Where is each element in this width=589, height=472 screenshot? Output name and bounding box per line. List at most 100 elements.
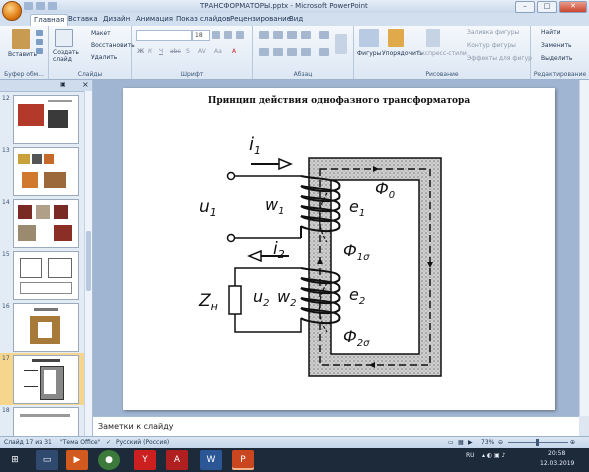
shape-fill-button[interactable]: Заливка фигуры: [467, 29, 519, 36]
slide-thumbnail[interactable]: [13, 303, 79, 352]
align-center-icon[interactable]: [273, 48, 283, 56]
minimize-button[interactable]: –: [515, 1, 535, 13]
bullets-icon[interactable]: [259, 31, 269, 39]
justify-icon[interactable]: [301, 48, 311, 56]
underline-icon[interactable]: Ч: [159, 48, 163, 55]
tab-slideshow[interactable]: Показ слайдов: [176, 15, 230, 23]
layout-button[interactable]: Макет: [91, 30, 111, 37]
slide-thumbnail-current[interactable]: [13, 355, 79, 404]
slide-thumb-row[interactable]: 13: [0, 145, 92, 197]
powerpoint-icon[interactable]: P: [232, 450, 254, 470]
tab-design[interactable]: Дизайн: [103, 15, 130, 23]
copy-icon[interactable]: [36, 39, 43, 45]
slide-thumb-row[interactable]: 12: [0, 93, 92, 145]
slide-thumbnail[interactable]: [13, 147, 79, 196]
slide-thumb-row[interactable]: 18: [0, 405, 92, 436]
notes-placeholder[interactable]: Заметки к слайду: [98, 422, 173, 431]
zoom-level[interactable]: 73%: [481, 439, 494, 446]
columns-icon[interactable]: [319, 48, 329, 56]
slide-thumbnail[interactable]: [13, 251, 79, 300]
clock-time[interactable]: 20:58: [548, 450, 565, 457]
bold-icon[interactable]: Ж: [137, 48, 144, 55]
align-right-icon[interactable]: [287, 48, 297, 56]
shadow-icon[interactable]: S: [186, 48, 190, 55]
pane-close-icon[interactable]: ×: [82, 80, 89, 89]
undo-icon[interactable]: [36, 2, 45, 10]
clock-date[interactable]: 12.03.2019: [540, 460, 574, 467]
pane-options-icon[interactable]: ▣: [60, 81, 66, 88]
normal-view-icon[interactable]: ▭: [448, 439, 454, 446]
decrease-indent-icon[interactable]: [287, 31, 297, 39]
zoom-in-icon[interactable]: ⊕: [570, 439, 575, 446]
maximize-button[interactable]: □: [537, 1, 557, 13]
shapes-button[interactable]: Фигуры: [357, 50, 381, 57]
clear-format-icon[interactable]: [236, 31, 244, 39]
format-painter-icon[interactable]: [36, 48, 43, 54]
shape-effects-button[interactable]: Эффекты для фигур: [467, 55, 532, 62]
tab-home[interactable]: Главная: [30, 14, 69, 26]
paste-icon[interactable]: [12, 29, 30, 49]
select-button[interactable]: Выделить: [541, 55, 572, 62]
media-player-icon[interactable]: ▶: [66, 450, 88, 470]
zoom-out-icon[interactable]: ⊖: [498, 439, 503, 446]
numbering-icon[interactable]: [273, 31, 283, 39]
redo-icon[interactable]: [48, 2, 57, 10]
increase-indent-icon[interactable]: [301, 31, 311, 39]
shapes-icon[interactable]: [359, 29, 379, 47]
office-button[interactable]: [2, 1, 22, 21]
sorter-view-icon[interactable]: ▦: [458, 439, 464, 446]
slide-thumb-row[interactable]: 14: [0, 197, 92, 249]
word-icon[interactable]: W: [200, 450, 222, 470]
slide-thumbnail[interactable]: [13, 95, 79, 144]
slide-thumb-row[interactable]: 15: [0, 249, 92, 301]
font-size-select[interactable]: 18: [192, 30, 210, 41]
current-slide[interactable]: Принцип действия однофазного трансформат…: [123, 88, 555, 410]
shape-outline-button[interactable]: Контур фигуры: [467, 42, 516, 49]
tray-icons[interactable]: ▴ ◐ ▣ ♪: [482, 452, 505, 459]
case-icon[interactable]: Aa: [214, 48, 222, 55]
cut-icon[interactable]: [36, 30, 43, 36]
italic-icon[interactable]: К: [148, 48, 152, 55]
notes-pane[interactable]: Заметки к слайду: [93, 416, 579, 437]
pdf-reader-icon[interactable]: A: [166, 450, 188, 470]
strike-icon[interactable]: abc: [170, 48, 181, 55]
tab-review[interactable]: Рецензирование: [230, 15, 291, 23]
find-button[interactable]: Найти: [541, 29, 560, 36]
spellcheck-icon[interactable]: ✓: [106, 439, 111, 446]
reset-button[interactable]: Восстановить: [91, 42, 135, 49]
editor-scrollbar[interactable]: [579, 80, 589, 416]
paste-button[interactable]: Вставить: [8, 51, 37, 58]
spacing-icon[interactable]: AV: [198, 48, 206, 55]
slide-thumbnail[interactable]: [13, 199, 79, 248]
start-icon[interactable]: ⊞: [4, 450, 26, 470]
align-left-icon[interactable]: [259, 48, 269, 56]
slides-pane-scrollbar[interactable]: [84, 91, 92, 436]
language-indicator[interactable]: Русский (Россия): [116, 439, 169, 446]
replace-button[interactable]: Заменить: [541, 42, 572, 49]
slide-thumb-row[interactable]: 16: [0, 301, 92, 353]
yandex-icon[interactable]: Y: [134, 450, 156, 470]
arrange-icon[interactable]: [388, 29, 404, 47]
slide-thumbnail[interactable]: [13, 407, 79, 436]
delete-slide-button[interactable]: Удалить: [91, 54, 117, 61]
quick-styles-button[interactable]: Экспресс-стили: [417, 50, 467, 57]
slide-title[interactable]: Принцип действия однофазного трансформат…: [123, 96, 555, 107]
tab-view[interactable]: Вид: [289, 15, 303, 23]
tab-insert[interactable]: Вставка: [68, 15, 98, 23]
line-spacing-icon[interactable]: [319, 31, 329, 39]
text-direction-icon[interactable]: [335, 34, 347, 54]
zoom-slider-thumb[interactable]: [536, 439, 539, 446]
chrome-icon[interactable]: ●: [98, 450, 120, 470]
save-icon[interactable]: [24, 2, 33, 10]
quick-styles-icon[interactable]: [426, 29, 440, 47]
tab-animation[interactable]: Анимация: [136, 15, 173, 23]
grow-font-icon[interactable]: [212, 31, 220, 39]
slide-thumb-row-active[interactable]: 17: [0, 353, 92, 405]
close-button[interactable]: ✕: [559, 1, 587, 13]
slideshow-view-icon[interactable]: ▶: [468, 439, 473, 446]
font-name-select[interactable]: [136, 30, 192, 41]
shrink-font-icon[interactable]: [224, 31, 232, 39]
explorer-icon[interactable]: ▭: [36, 450, 58, 470]
font-color-icon[interactable]: A: [232, 48, 236, 55]
new-slide-button[interactable]: Создать слайд: [53, 49, 79, 63]
